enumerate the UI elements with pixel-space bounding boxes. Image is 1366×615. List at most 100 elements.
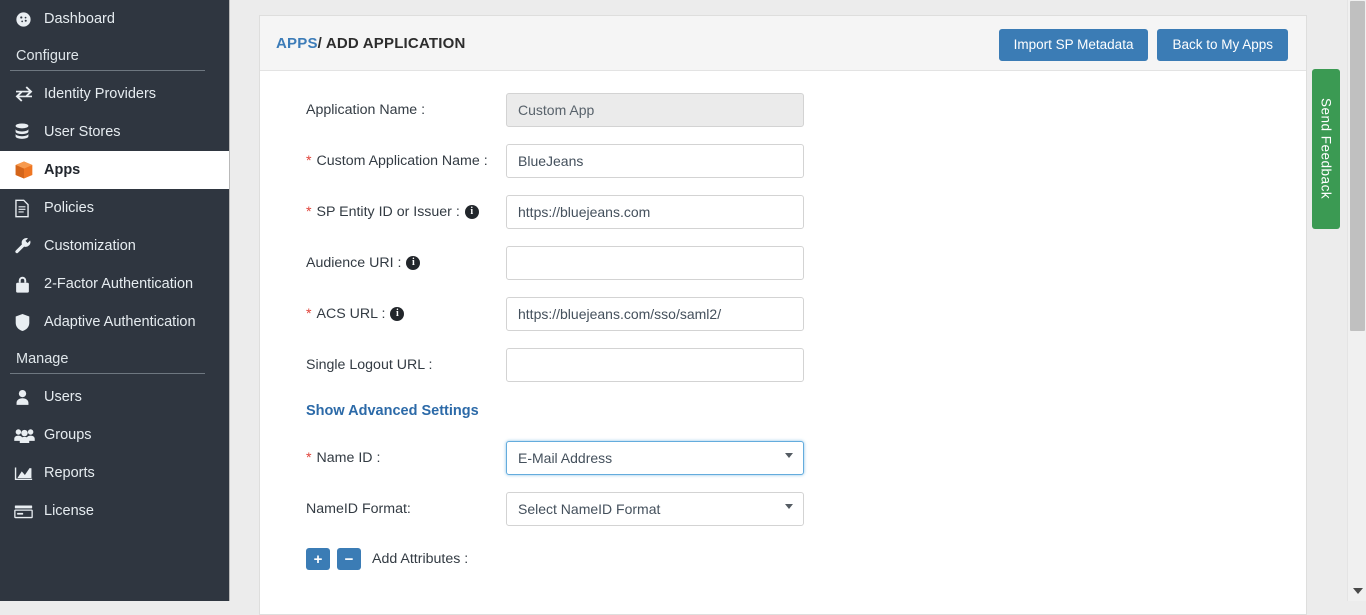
database-icon	[14, 123, 44, 141]
label-name-id: * Name ID :	[260, 450, 506, 466]
user-icon	[14, 388, 44, 406]
sidebar-item-label: Policies	[44, 200, 94, 216]
exchange-icon	[14, 86, 44, 102]
document-icon	[14, 199, 44, 218]
sidebar-item-adaptive-authentication[interactable]: Adaptive Authentication	[0, 303, 229, 341]
content-panel: APPS/ ADD APPLICATION Import SP Metadata…	[259, 15, 1307, 615]
label-text: SP Entity ID or Issuer :	[316, 204, 460, 220]
field-row-application-name: Application Name :	[260, 93, 1306, 127]
sidebar-item-license[interactable]: License	[0, 492, 229, 530]
required-asterisk: *	[306, 450, 312, 466]
info-icon[interactable]: i	[464, 205, 479, 219]
label-text: ACS URL :	[316, 306, 386, 322]
box-icon	[14, 160, 44, 180]
send-feedback-tab[interactable]: Send Feedback	[1312, 69, 1340, 229]
control-name-id: E-Mail Address	[506, 441, 804, 475]
sidebar-section-manage: Manage	[16, 351, 69, 367]
shield-icon	[14, 313, 44, 332]
nameid-format-select-wrap: Select NameID Format	[506, 492, 804, 526]
field-row-single-logout-url: Single Logout URL :	[260, 348, 1306, 382]
sidebar-item-policies[interactable]: Policies	[0, 189, 229, 227]
name-id-select-wrap: E-Mail Address	[506, 441, 804, 475]
sidebar-item-label: Identity Providers	[44, 86, 157, 102]
label-text: Custom Application Name :	[316, 153, 488, 169]
header-actions: Import SP Metadata Back to My Apps	[998, 29, 1288, 61]
sidebar-item-2-factor-authentication[interactable]: 2-Factor Authentication	[0, 265, 229, 303]
sidebar-item-label: Users	[44, 389, 82, 405]
required-asterisk: *	[306, 153, 312, 169]
sp-entity-id-input[interactable]	[506, 195, 804, 229]
breadcrumb-separator: /	[317, 34, 323, 52]
add-application-form: Application Name : *Custom Application N…	[260, 71, 1306, 570]
control-audience-uri	[506, 246, 804, 280]
control-sp-entity-id	[506, 195, 804, 229]
single-logout-url-input[interactable]	[506, 348, 804, 382]
back-to-my-apps-button[interactable]: Back to My Apps	[1157, 29, 1288, 61]
sidebar-item-label: Dashboard	[44, 11, 115, 27]
label-text: Application Name :	[306, 102, 426, 118]
control-custom-application-name	[506, 144, 804, 178]
send-feedback-label: Send Feedback	[1318, 98, 1334, 200]
sidebar-divider-configure	[10, 70, 205, 71]
sidebar-item-user-stores[interactable]: User Stores	[0, 113, 229, 151]
sidebar-item-label: Adaptive Authentication	[44, 314, 196, 330]
custom-application-name-input[interactable]	[506, 144, 804, 178]
label-text: Name ID :	[316, 450, 381, 466]
sidebar-item-label: 2-Factor Authentication	[44, 276, 194, 292]
dashboard-icon	[14, 10, 44, 29]
scrollbar-thumb[interactable]	[1350, 1, 1365, 331]
field-row-nameid-format: NameID Format: Select NameID Format	[260, 492, 1306, 526]
audience-uri-input[interactable]	[506, 246, 804, 280]
wrench-icon	[14, 237, 44, 256]
sidebar-item-label: User Stores	[44, 124, 121, 140]
info-icon[interactable]: i	[406, 256, 421, 270]
sidebar-section-configure: Configure	[16, 48, 79, 64]
sidebar-item-label: Reports	[44, 465, 95, 481]
field-row-name-id: * Name ID : E-Mail Address	[260, 441, 1306, 475]
name-id-select[interactable]: E-Mail Address	[506, 441, 804, 475]
control-acs-url	[506, 297, 804, 331]
control-application-name	[506, 93, 804, 127]
card-icon	[14, 504, 44, 519]
name-id-selected-value: E-Mail Address	[518, 450, 613, 466]
sidebar-item-users[interactable]: Users	[0, 378, 229, 416]
label-single-logout-url: Single Logout URL :	[260, 357, 506, 373]
control-nameid-format: Select NameID Format	[506, 492, 804, 526]
info-icon[interactable]: i	[390, 307, 405, 321]
add-attribute-button[interactable]: +	[306, 548, 330, 570]
add-attributes-label: Add Attributes :	[372, 551, 469, 567]
users-group-icon	[14, 427, 44, 444]
chart-icon	[14, 465, 44, 482]
breadcrumb: APPS/ ADD APPLICATION	[276, 35, 466, 52]
sidebar-item-customization[interactable]: Customization	[0, 227, 229, 265]
application-name-input	[506, 93, 804, 127]
panel-header: APPS/ ADD APPLICATION Import SP Metadata…	[260, 16, 1306, 71]
sidebar-item-groups[interactable]: Groups	[0, 416, 229, 454]
label-acs-url: * ACS URL : i	[260, 306, 506, 322]
sidebar-item-label: Apps	[44, 162, 81, 178]
label-text: NameID Format:	[306, 501, 411, 517]
nameid-format-select[interactable]: Select NameID Format	[506, 492, 804, 526]
label-custom-application-name: * Custom Application Name :	[260, 153, 506, 169]
field-row-acs-url: * ACS URL : i	[260, 297, 1306, 331]
sidebar-item-apps[interactable]: Apps	[0, 151, 229, 189]
breadcrumb-apps-link[interactable]: APPS	[276, 35, 318, 52]
label-audience-uri: Audience URI : i	[260, 255, 506, 271]
page-scrollbar[interactable]	[1347, 0, 1366, 601]
sidebar-item-identity-providers[interactable]: Identity Providers	[0, 75, 229, 113]
required-asterisk: *	[306, 306, 312, 322]
remove-attribute-button[interactable]: −	[337, 548, 361, 570]
scroll-down-arrow-icon[interactable]	[1353, 588, 1363, 594]
sidebar-item-reports[interactable]: Reports	[0, 454, 229, 492]
show-advanced-settings-link[interactable]: Show Advanced Settings	[260, 403, 479, 419]
sidebar: Dashboard Configure Identity Providers U…	[0, 0, 230, 601]
field-row-custom-application-name: * Custom Application Name :	[260, 144, 1306, 178]
sidebar-item-label: Groups	[44, 427, 92, 443]
sidebar-item-dashboard[interactable]: Dashboard	[0, 0, 229, 38]
add-attributes-row: + − Add Attributes :	[260, 548, 1306, 570]
acs-url-input[interactable]	[506, 297, 804, 331]
label-sp-entity-id: * SP Entity ID or Issuer : i	[260, 204, 506, 220]
import-sp-metadata-button[interactable]: Import SP Metadata	[998, 29, 1149, 61]
required-asterisk: *	[306, 204, 312, 220]
sidebar-item-label: Customization	[44, 238, 136, 254]
